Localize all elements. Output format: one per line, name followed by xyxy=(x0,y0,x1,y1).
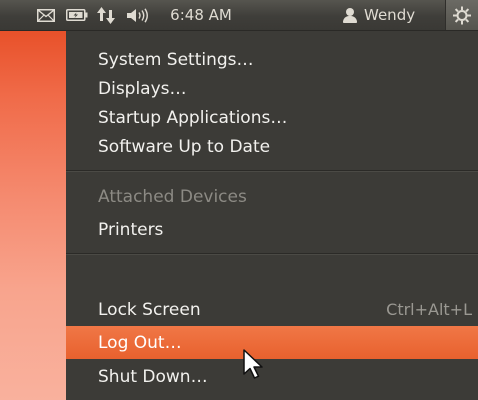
session-menu-button[interactable] xyxy=(445,0,478,30)
battery-icon xyxy=(66,9,88,21)
menu-item-label: Shut Down… xyxy=(98,366,208,387)
menu-separator xyxy=(66,170,478,172)
menu-item-printers[interactable]: Printers xyxy=(66,213,478,246)
network-indicator[interactable] xyxy=(95,0,117,30)
clock-text: 6:48 AM xyxy=(170,6,232,24)
user-icon xyxy=(342,7,358,23)
battery-indicator[interactable] xyxy=(62,0,92,30)
menu-item-log-out[interactable]: Log Out… xyxy=(66,326,478,359)
mail-icon xyxy=(37,8,55,22)
clock-indicator[interactable]: 6:48 AM xyxy=(162,0,240,30)
menu-item-label: Attached Devices xyxy=(98,186,247,207)
volume-icon xyxy=(127,7,148,23)
top-panel: 6:48 AM Wendy xyxy=(0,0,478,31)
volume-indicator[interactable] xyxy=(123,0,153,30)
session-menu: System Settings… Displays… Startup Appli… xyxy=(66,31,478,400)
mail-indicator[interactable] xyxy=(34,0,58,30)
menu-item-label: Log Out… xyxy=(98,332,182,353)
menu-item-attached-devices: Attached Devices xyxy=(66,180,478,213)
lock-screen-shortcut: Ctrl+Alt+L xyxy=(386,300,472,319)
network-icon xyxy=(97,6,115,24)
user-indicator[interactable]: Wendy xyxy=(342,0,438,30)
menu-item-software-up-to-date[interactable]: Software Up to Date xyxy=(66,130,478,163)
menu-item-label: Lock Screen xyxy=(98,299,201,320)
menu-item-lock-screen[interactable]: Lock Screen Ctrl+Alt+L xyxy=(66,293,478,326)
power-icon xyxy=(453,6,471,25)
mouse-cursor-icon xyxy=(243,349,263,379)
menu-item-label: Printers xyxy=(98,219,164,240)
desktop-wallpaper xyxy=(0,31,66,400)
menu-item-label: Software Up to Date xyxy=(98,136,271,157)
menu-item-label: Startup Applications… xyxy=(98,107,288,128)
user-name: Wendy xyxy=(364,6,416,24)
menu-separator xyxy=(66,253,478,255)
menu-item-label: Displays… xyxy=(98,78,187,99)
menu-item-label: System Settings… xyxy=(98,49,254,70)
menu-item-shut-down[interactable]: Shut Down… xyxy=(66,360,478,393)
